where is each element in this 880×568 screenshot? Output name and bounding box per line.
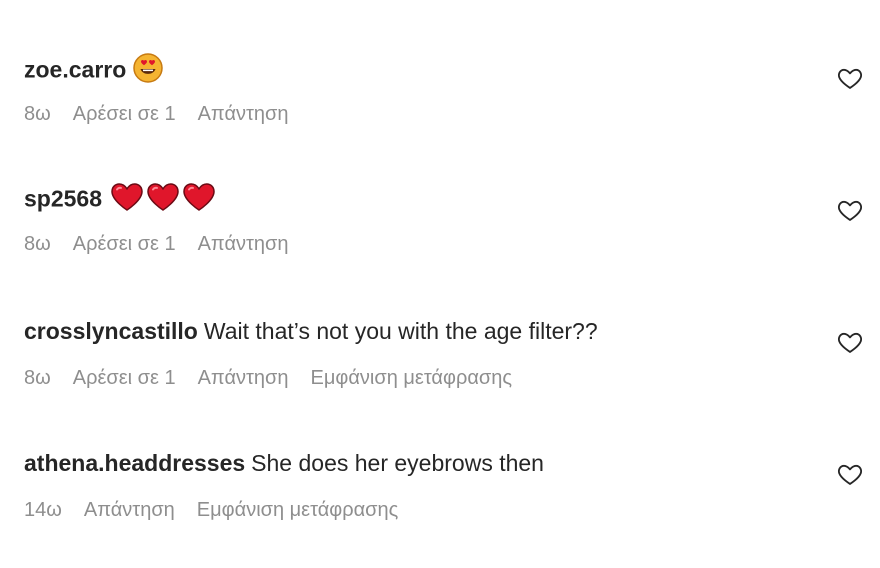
comment-time[interactable]: 8ω (24, 233, 51, 255)
comment-username[interactable]: crosslyncastillo (24, 318, 198, 344)
comment-time[interactable]: 8ω (24, 103, 51, 125)
comment-item: crosslyncastillo Wait that’s not you with… (24, 316, 864, 416)
comment-body: athena.headdresses She does her eyebrows … (24, 448, 804, 478)
heart-outline-icon[interactable] (836, 460, 864, 488)
comment-time[interactable]: 8ω (24, 367, 51, 389)
comment-item: athena.headdresses She does her eyebrows … (24, 448, 864, 548)
heart-outline-icon[interactable] (836, 64, 864, 92)
comment-meta: 8ω Αρέσει σε 1 Απάντηση (24, 230, 311, 258)
reply-button[interactable]: Απάντηση (198, 103, 289, 125)
comment-username[interactable]: sp2568 (24, 186, 102, 212)
comment-text: Wait that’s not you with the age filter?… (203, 318, 598, 344)
reply-button[interactable]: Απάντηση (84, 499, 175, 521)
comment-time[interactable]: 14ω (24, 499, 62, 521)
comment-body: zoe.carro (24, 52, 804, 91)
heart-outline-icon[interactable] (836, 328, 864, 356)
comment-meta: 8ω Αρέσει σε 1 Απάντηση (24, 100, 311, 128)
see-translation-button[interactable]: Εμφάνιση μετάφρασης (197, 499, 399, 521)
comment-username[interactable]: athena.headdresses (24, 450, 245, 476)
comment-username[interactable]: zoe.carro (24, 57, 126, 83)
comment-body: sp2568 (24, 182, 804, 219)
red-heart-emoji-icon (182, 182, 216, 219)
heart-eyes-emoji-icon (132, 52, 164, 91)
likes-count[interactable]: Αρέσει σε 1 (73, 367, 176, 389)
likes-count[interactable]: Αρέσει σε 1 (73, 103, 176, 125)
comment-body: crosslyncastillo Wait that’s not you with… (24, 316, 804, 346)
red-heart-emoji-icon (146, 182, 180, 219)
reply-button[interactable]: Απάντηση (198, 367, 289, 389)
comment-item: sp2568 8ω Αρέσει σε 1 Απάντηση (24, 182, 864, 282)
see-translation-button[interactable]: Εμφάνιση μετάφρασης (311, 367, 513, 389)
likes-count[interactable]: Αρέσει σε 1 (73, 233, 176, 255)
reply-button[interactable]: Απάντηση (198, 233, 289, 255)
heart-outline-icon[interactable] (836, 196, 864, 224)
comment-meta: 8ω Αρέσει σε 1 Απάντηση Εμφάνιση μετάφρασης (24, 364, 534, 392)
comment-meta: 14ω Απάντηση Εμφάνιση μετάφρασης (24, 496, 420, 524)
comment-text: She does her eyebrows then (251, 450, 544, 476)
comment-item: zoe.carro 8ω Αρέσει σε 1 Απάντηση (24, 52, 864, 152)
red-heart-emoji-icon (110, 182, 144, 219)
